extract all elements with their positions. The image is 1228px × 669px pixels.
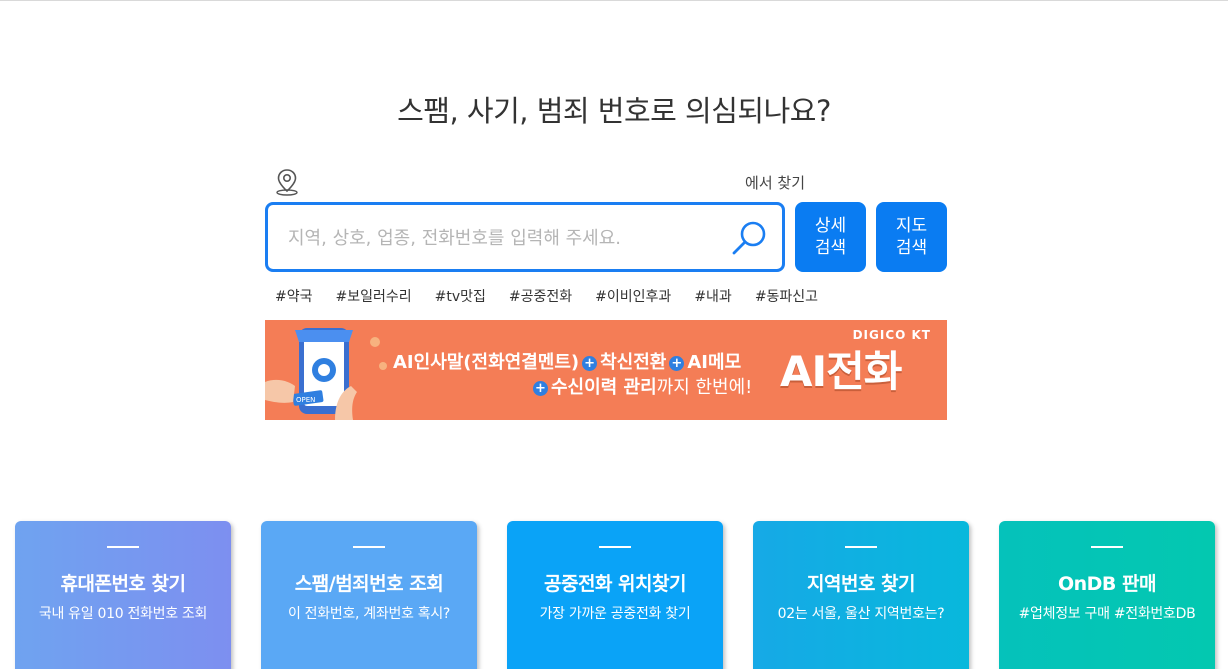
detail-search-label-1: 상세 xyxy=(814,216,847,236)
map-search-button[interactable]: 지도 검색 xyxy=(876,202,947,272)
open-sign: OPEN xyxy=(296,396,315,404)
tag-link[interactable]: #약국 xyxy=(275,286,313,306)
plus-icon: + xyxy=(582,356,598,371)
card-subtitle: #업체정보 구매 #전화번호DB xyxy=(1018,606,1196,622)
banner-feature-2: 착신전환 xyxy=(600,352,667,373)
card-divider xyxy=(845,546,877,548)
map-search-label-1: 지도 xyxy=(895,216,928,236)
card-ondb-sales[interactable]: OnDB 판매 #업체정보 구매 #전화번호DB xyxy=(999,521,1215,669)
tag-link[interactable]: #동파신고 xyxy=(755,286,818,306)
tag-link[interactable]: #이비인후과 xyxy=(595,286,671,306)
detail-search-label-2: 검색 xyxy=(814,238,847,258)
card-title: 휴대폰번호 찾기 xyxy=(60,573,186,595)
card-spam-lookup[interactable]: 스팸/범죄번호 조회 이 전화번호, 계좌번호 혹시? xyxy=(261,521,477,669)
card-title: 지역번호 찾기 xyxy=(807,573,916,595)
tag-link[interactable]: #보일러수리 xyxy=(336,286,412,306)
banner-line-2: + 수신이력 관리까지 한번에! xyxy=(530,373,752,399)
top-divider xyxy=(0,0,1228,1)
banner-line-1: AI인사말(전화연결멘트) + 착신전환 + AI메모 xyxy=(393,348,741,374)
card-divider xyxy=(107,546,139,548)
card-divider xyxy=(353,546,385,548)
card-payphone-location[interactable]: 공중전화 위치찾기 가장 가까운 공중전화 찾기 xyxy=(507,521,723,669)
tag-link[interactable]: #tv맛집 xyxy=(435,286,486,306)
card-subtitle: 02는 서울, 울산 지역번호는? xyxy=(777,606,945,622)
popular-tags: #약국 #보일러수리 #tv맛집 #공중전화 #이비인후과 #내과 #동파신고 xyxy=(275,286,841,306)
tag-link[interactable]: #내과 xyxy=(694,286,732,306)
card-area-code[interactable]: 지역번호 찾기 02는 서울, 울산 지역번호는? xyxy=(753,521,969,669)
search-box xyxy=(265,202,785,272)
banner-feature-1: AI인사말(전화연결멘트) xyxy=(393,352,580,373)
phone-hand-icon: OPEN xyxy=(265,328,387,420)
card-subtitle: 이 전화번호, 계좌번호 혹시? xyxy=(287,606,451,622)
card-subtitle: 가장 가까운 공중전화 찾기 xyxy=(539,606,691,622)
card-subtitle: 국내 유일 010 전화번호 조회 xyxy=(38,606,208,622)
card-divider xyxy=(599,546,631,548)
card-title: 공중전화 위치찾기 xyxy=(544,573,686,595)
card-mobile-number[interactable]: 휴대폰번호 찾기 국내 유일 010 전화번호 조회 xyxy=(15,521,231,669)
banner-suffix: 까지 한번에! xyxy=(656,377,753,398)
plus-icon: + xyxy=(533,381,548,396)
banner-feature-3: AI메모 xyxy=(687,352,742,373)
location-row: 에서 찾기 xyxy=(265,166,947,196)
banner-big-title: AI전화 xyxy=(780,347,902,396)
tag-link[interactable]: #공중전화 xyxy=(509,286,572,306)
plus-icon: + xyxy=(669,356,685,371)
location-search-label[interactable]: 에서 찾기 xyxy=(265,172,805,193)
detail-search-button[interactable]: 상세 검색 xyxy=(795,202,866,272)
card-title: 스팸/범죄번호 조회 xyxy=(294,573,444,595)
search-input[interactable] xyxy=(288,223,718,253)
card-divider xyxy=(1091,546,1123,548)
banner-feature-4: 수신이력 관리 xyxy=(551,377,657,398)
page-headline: 스팸, 사기, 범죄 번호로 의심되나요? xyxy=(397,94,831,128)
card-title: OnDB 판매 xyxy=(1057,573,1157,595)
map-search-label-2: 검색 xyxy=(895,238,928,258)
ai-call-banner[interactable]: OPEN DIGICO KT AI인사말(전화연결멘트) + 착신전환 + AI메모 +… xyxy=(265,320,947,420)
search-icon[interactable] xyxy=(730,218,770,258)
